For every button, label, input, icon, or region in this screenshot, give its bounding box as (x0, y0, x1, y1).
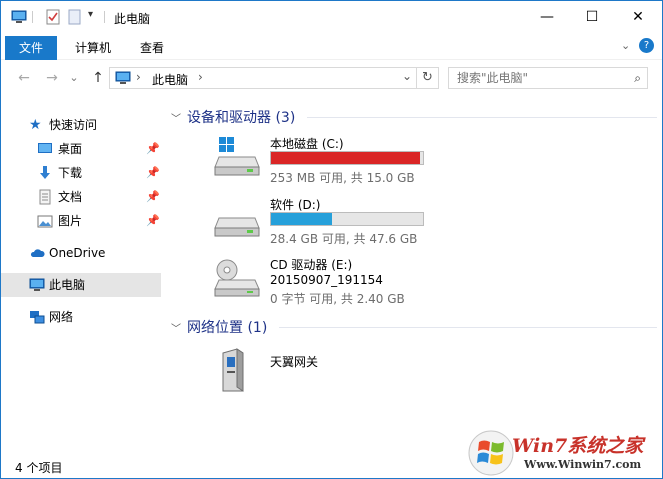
network-item-gateway[interactable]: 天翼网关 (213, 345, 453, 401)
tab-computer[interactable]: 计算机 (65, 36, 121, 60)
tab-file[interactable]: 文件 (5, 36, 57, 60)
drive-usage-fill (271, 152, 421, 164)
search-input[interactable] (457, 70, 617, 86)
new-folder-icon[interactable] (67, 9, 83, 25)
drive-name: CD 驱动器 (E:) (270, 258, 353, 272)
drive-space-info: 28.4 GB 可用, 共 47.6 GB (270, 232, 418, 246)
properties-icon[interactable] (45, 9, 61, 25)
tab-view[interactable]: 查看 (129, 36, 175, 60)
content-pane: ﹀ 设备和驱动器 (3) 本地磁盘 (C:) 253 MB 可用, 共 15.0 … (167, 103, 661, 453)
help-button[interactable]: ? (639, 38, 654, 53)
star-icon: ★ (29, 117, 42, 133)
drive-usage-bar (270, 212, 424, 226)
search-icon[interactable]: ⌕ (634, 71, 641, 86)
sidebar-item-network[interactable]: 网络 (1, 305, 161, 329)
window-title: 此电脑 (114, 12, 151, 26)
sidebar-item-this-pc[interactable]: 此电脑 (1, 273, 161, 297)
windows-drive-icon (214, 137, 260, 176)
download-icon (40, 166, 50, 179)
drive-item-e[interactable]: CD 驱动器 (E:) 20150907_191154 0 字节 可用, 共 2… (213, 256, 453, 312)
group-divider (279, 327, 657, 328)
sidebar-item-label: 网络 (49, 310, 74, 324)
close-button[interactable]: ✕ (615, 1, 661, 33)
drive-usage-bar (270, 151, 424, 165)
watermark-logo: Win7系统之家 Www.Winwin7.com (464, 428, 663, 479)
maximize-button[interactable]: ☐ (569, 1, 615, 33)
pin-icon[interactable]: 📌 (146, 137, 160, 161)
sidebar-item-label: OneDrive (49, 246, 106, 260)
computer-icon[interactable] (11, 9, 27, 25)
recent-locations-button[interactable]: ⌄ (65, 69, 83, 87)
chevron-right-icon[interactable]: › (136, 70, 141, 84)
sidebar-item-label: 此电脑 (49, 278, 86, 292)
group-title: 网络位置 (1) (187, 320, 268, 336)
hard-drive-icon (214, 217, 260, 237)
desktop-icon (38, 143, 52, 153)
network-device-icon (222, 348, 244, 392)
drive-space-info: 253 MB 可用, 共 15.0 GB (270, 171, 415, 185)
refresh-button[interactable]: ↻ (417, 67, 439, 89)
explorer-window: ▾ 此电脑 — ☐ ✕ 文件 计算机 查看 ⌄ ? ← → ⌄ ↑ › 此电脑 … (0, 0, 663, 479)
network-device-name: 天翼网关 (270, 355, 319, 369)
sidebar-item-onedrive[interactable]: OneDrive (1, 241, 161, 265)
group-divider (307, 117, 657, 118)
pin-icon[interactable]: 📌 (146, 209, 160, 233)
network-icon (30, 311, 45, 324)
watermark-url: Www.Winwin7.com (524, 458, 642, 471)
chevron-down-icon: ﹀ (171, 114, 181, 125)
ribbon-tabs: 文件 计算机 查看 ⌄ ? (1, 34, 662, 60)
sidebar-item-downloads[interactable]: 下载 📌 (1, 161, 161, 185)
group-title: 设备和驱动器 (3) (187, 110, 296, 126)
computer-icon (29, 278, 45, 291)
back-button[interactable]: ← (15, 69, 33, 87)
forward-button[interactable]: → (43, 69, 61, 87)
computer-icon (115, 71, 131, 84)
chevron-right-icon[interactable]: › (198, 70, 203, 84)
minimize-button[interactable]: — (524, 1, 570, 33)
watermark-brand: Win7系统之家 (512, 435, 644, 457)
sidebar-item-label: 文档 (58, 190, 83, 204)
drive-item-d[interactable]: 软件 (D:) 28.4 GB 可用, 共 47.6 GB (213, 196, 453, 252)
sidebar-item-label: 快速访问 (49, 118, 98, 132)
navigation-bar: ← → ⌄ ↑ › 此电脑 › ⌄ ↻ ⌕ (1, 63, 662, 93)
group-network-header[interactable]: ﹀ 网络位置 (1) (171, 317, 267, 337)
breadcrumb-this-pc[interactable]: 此电脑 (152, 71, 188, 88)
title-bar: ▾ 此电脑 — ☐ ✕ (1, 1, 662, 33)
pin-icon[interactable]: 📌 (146, 161, 160, 185)
sidebar-item-documents[interactable]: 文档 📌 (1, 185, 161, 209)
sidebar-item-label: 下载 (58, 166, 83, 180)
search-box[interactable]: ⌕ (448, 67, 648, 89)
drive-item-c[interactable]: 本地磁盘 (C:) 253 MB 可用, 共 15.0 GB (213, 135, 453, 191)
pin-icon[interactable]: 📌 (146, 185, 160, 209)
separator (32, 11, 33, 23)
group-devices-header[interactable]: ﹀ 设备和驱动器 (3) (171, 107, 295, 127)
drive-name: 本地磁盘 (C:) (270, 137, 344, 151)
separator (104, 11, 105, 23)
drive-usage-fill (271, 213, 333, 225)
picture-icon (37, 215, 53, 228)
up-button[interactable]: ↑ (89, 69, 107, 87)
address-bar[interactable]: › 此电脑 › ⌄ (109, 67, 417, 89)
chevron-down-icon[interactable]: ⌄ (621, 39, 630, 52)
address-dropdown-icon[interactable]: ⌄ (402, 69, 412, 83)
drive-volume-label: 20150907_191154 (270, 273, 383, 287)
navigation-pane: ★ 快速访问 桌面 📌 下载 📌 文档 📌 图片 📌 OneDrive 此电脑 … (1, 103, 163, 451)
cloud-icon (30, 249, 45, 257)
drive-name: 软件 (D:) (270, 198, 321, 212)
sidebar-item-label: 图片 (58, 214, 83, 228)
document-icon (39, 189, 51, 205)
status-item-count: 4 个项目 (15, 461, 63, 475)
sidebar-item-desktop[interactable]: 桌面 📌 (1, 137, 161, 161)
windows-logo-icon (468, 430, 514, 476)
cd-drive-icon (214, 259, 260, 297)
sidebar-item-pictures[interactable]: 图片 📌 (1, 209, 161, 233)
customize-quick-access-icon[interactable]: ▾ (88, 9, 93, 20)
sidebar-item-quick-access[interactable]: ★ 快速访问 (1, 113, 161, 137)
drive-space-info: 0 字节 可用, 共 2.40 GB (270, 292, 405, 306)
chevron-down-icon: ﹀ (171, 324, 181, 335)
sidebar-item-label: 桌面 (58, 142, 83, 156)
